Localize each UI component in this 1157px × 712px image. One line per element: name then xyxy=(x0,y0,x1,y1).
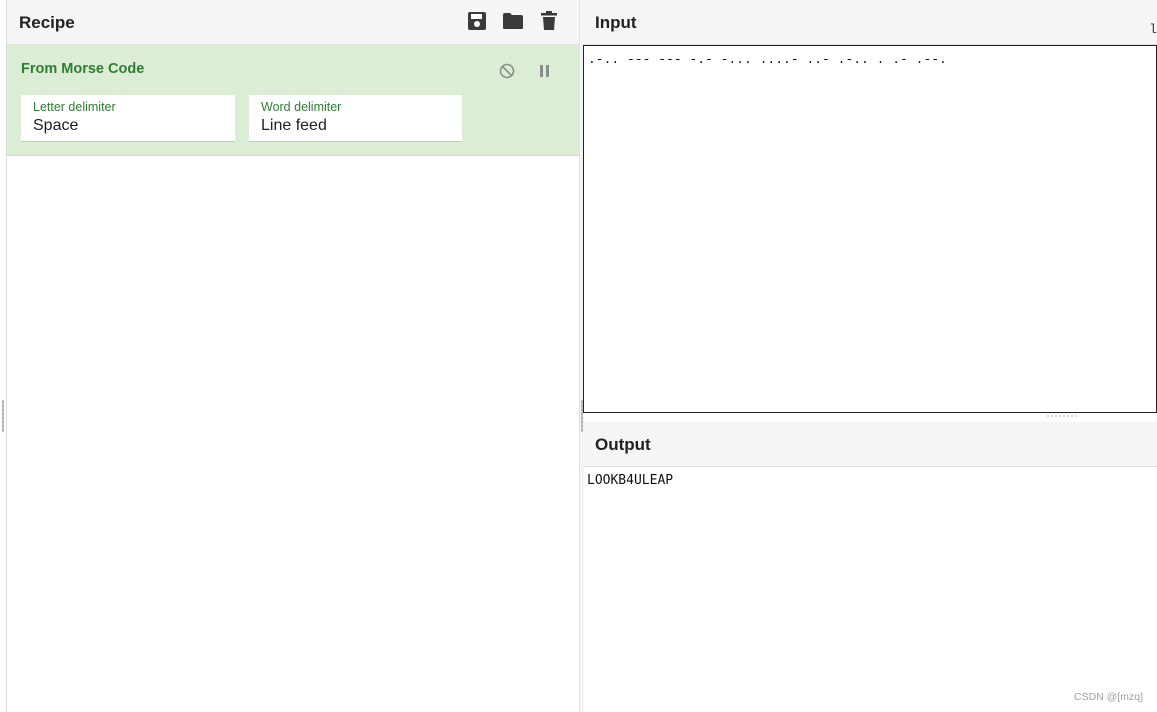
input-textarea[interactable]: .-.. --- --- -.- -... ....- ..- .-.. . .… xyxy=(583,45,1157,413)
disable-icon[interactable] xyxy=(495,59,519,83)
recipe-header: Recipe xyxy=(7,0,579,45)
folder-icon[interactable] xyxy=(501,9,525,33)
letter-delimiter-field[interactable]: Letter delimiter Space xyxy=(21,95,235,142)
letter-delimiter-value: Space xyxy=(33,117,79,134)
operation-from-morse-code[interactable]: From Morse Code Letter delimiter Space W… xyxy=(7,45,579,156)
output-title: Output xyxy=(595,435,651,454)
word-delimiter-field[interactable]: Word delimiter Line feed xyxy=(249,95,462,142)
watermark: CSDN @[mzq] xyxy=(1074,691,1143,703)
input-header-edge-text: l xyxy=(1149,22,1157,37)
letter-delimiter-label: Letter delimiter xyxy=(33,100,116,114)
word-delimiter-label: Word delimiter xyxy=(261,100,342,114)
input-text: .-.. --- --- -.- -... ....- ..- .-.. . .… xyxy=(588,52,947,67)
operation-controls xyxy=(495,59,557,83)
pause-icon[interactable] xyxy=(533,59,557,83)
recipe-title: Recipe xyxy=(19,13,75,32)
io-panel: Input l .-.. --- --- -.- -... ....- ..- … xyxy=(583,0,1157,712)
io-splitter-grip[interactable] xyxy=(1046,415,1078,417)
resize-grip[interactable] xyxy=(2,400,4,432)
left-edge-bar xyxy=(0,0,7,712)
output-header: Output xyxy=(583,422,1157,467)
input-header: Input l xyxy=(583,0,1157,45)
operation-title: From Morse Code xyxy=(21,61,145,77)
io-splitter[interactable] xyxy=(583,414,1157,418)
recipe-actions xyxy=(465,9,561,33)
trash-icon[interactable] xyxy=(537,9,561,33)
word-delimiter-value: Line feed xyxy=(261,117,327,134)
input-title: Input xyxy=(595,13,637,32)
output-text[interactable]: LOOKB4ULEAP xyxy=(587,473,673,488)
recipe-panel: Recipe From Morse Code Letter delimiter xyxy=(7,0,579,712)
save-icon[interactable] xyxy=(465,9,489,33)
